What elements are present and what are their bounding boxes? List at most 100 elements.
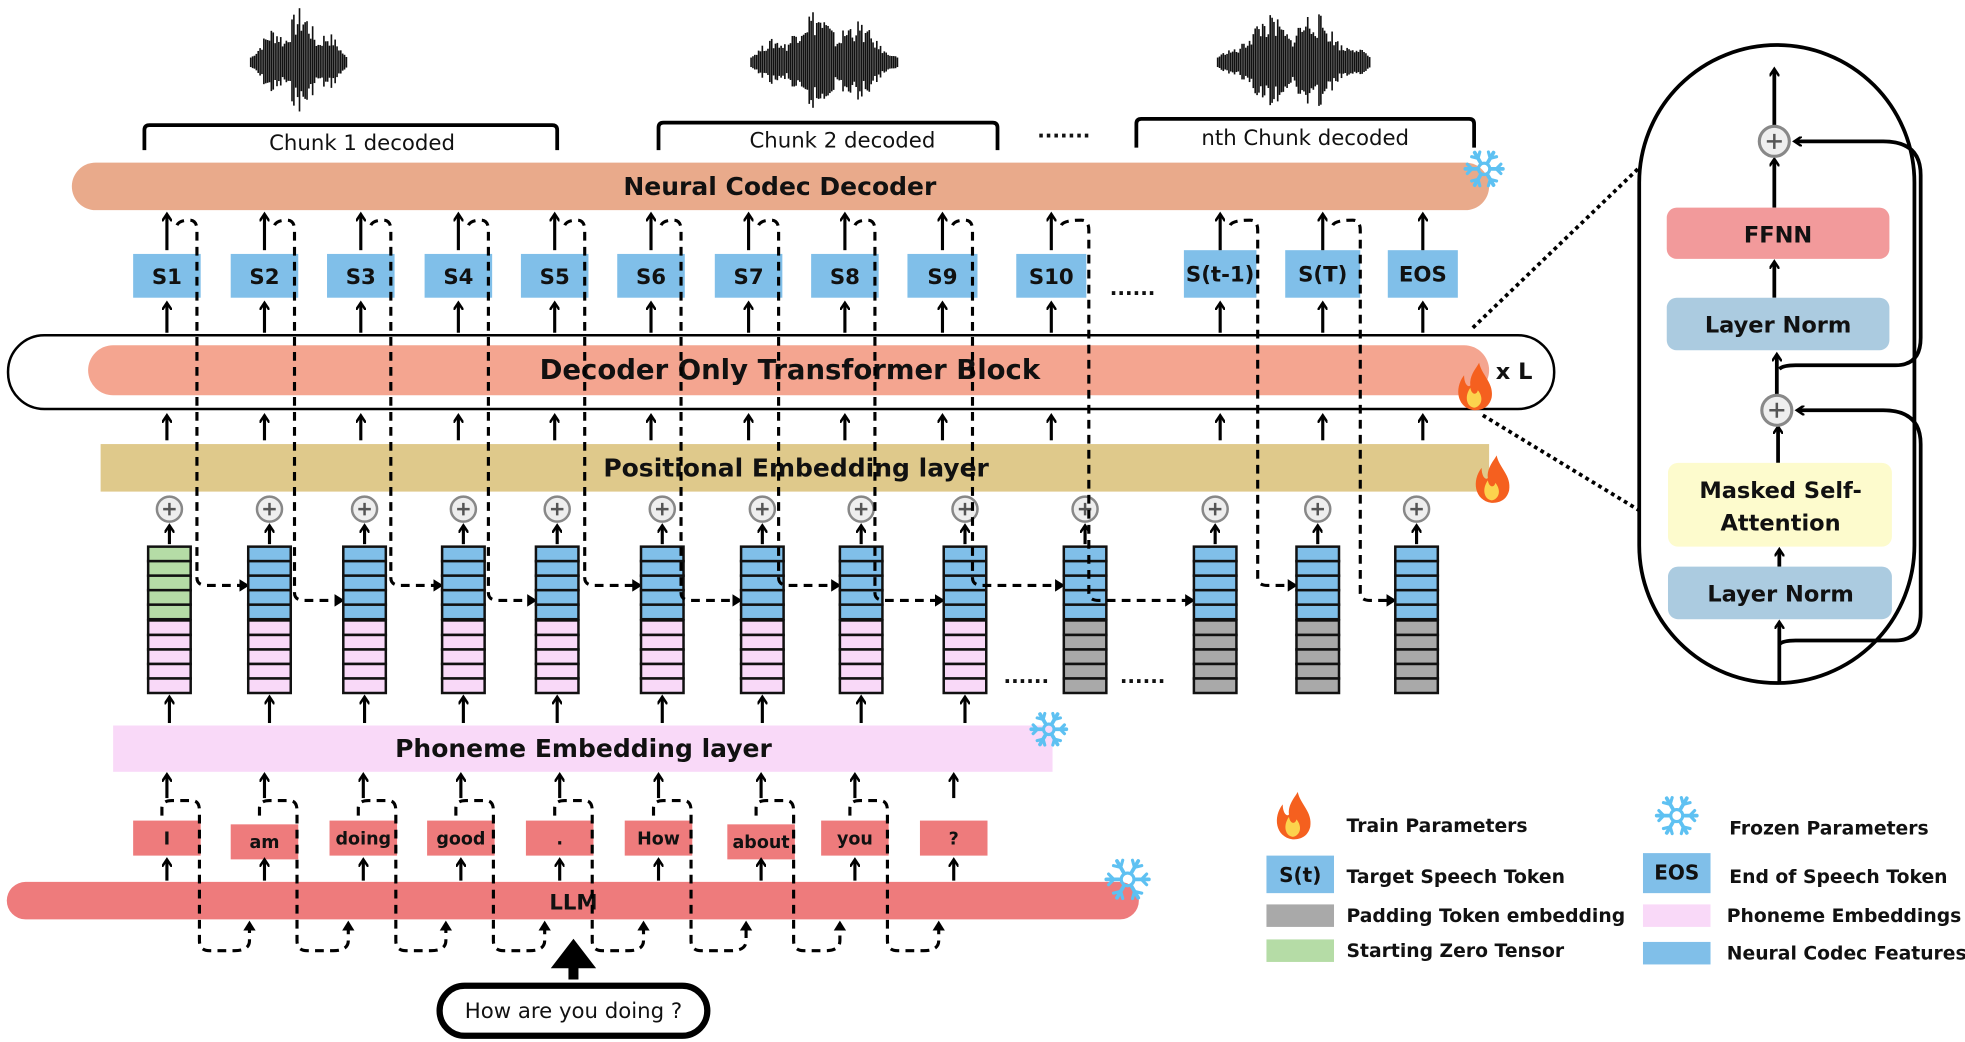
positional-embedding-label: Positional Embedding layer [603,454,989,483]
speech-token-s5: S5 [520,215,589,333]
stack-ellipsis: ...... [1003,664,1049,688]
codec-feature-cell [639,574,685,592]
layer-norm-label: Layer Norm [1705,313,1852,339]
add-node-icon [1071,495,1099,523]
attention-label: Attention [1720,510,1840,536]
padding-embedding-cell [1062,648,1108,666]
codec-feature-cell [534,545,580,563]
codec-feature-cell [639,545,685,563]
word-label: doing [336,829,392,849]
waveform-3 [1216,14,1371,106]
snowflake-branch [1119,889,1125,901]
codec-feature-cell [1394,574,1440,592]
snowflake-branch [1488,177,1499,183]
chunk-bracket-2: Chunk 2 decoded [656,120,1000,154]
codec-feature-cell [639,603,685,621]
phoneme-embedding-cell [739,677,785,695]
legend-swatch-zero [1266,939,1335,962]
phoneme-embedding-cell [534,619,580,637]
codec-feature-cell [534,588,580,606]
phoneme-embedding-cell [838,633,884,651]
phoneme-embedding-cell [639,677,685,695]
token-label: S2 [249,265,279,290]
token-label: S(t-1) [1186,262,1255,287]
add-node-icon [1402,495,1431,523]
transformer-detail-panel: FFNN Layer Norm Masked Self- Attention L… [1637,43,1923,685]
token-label: S4 [443,265,473,290]
chunk-bracket-n: nth Chunk decoded [1134,116,1476,151]
codec-feature-cell [1062,588,1108,606]
snowflake-branch [1041,737,1047,747]
legend-badge: EOS [1654,860,1699,884]
prompt-text: How are you doing ? [465,999,682,1024]
phoneme-embedding-cell [440,648,486,666]
add-node-icon [155,495,184,523]
architecture-diagram: Chunk 1 decoded Chunk 2 decoded ....... … [6,8,1965,1039]
phoneme-embedding-cell [838,662,884,680]
llm-output-word: How [624,776,753,953]
llm-output-word: . [525,776,650,953]
zero-tensor-cell [146,603,192,621]
legend-label: Target Speech Token [1347,867,1565,888]
legend-swatch-phoneme [1642,904,1711,927]
phoneme-embedding-cell [246,677,293,695]
phoneme-embedding-cell [739,648,785,666]
phoneme-embedding-cell [146,677,192,695]
phoneme-embedding-cell [246,633,293,651]
codec-feature-cell [1295,574,1341,592]
phoneme-embedding-cell [739,633,785,651]
codec-feature-cell [534,574,580,592]
padding-embedding-cell [1394,619,1440,637]
codec-feature-cell [942,545,988,563]
embedding-stack-13 [1394,495,1440,695]
padding-embedding-cell [1062,677,1108,695]
llm-output-word: doing [329,776,453,953]
phoneme-embedding-cell [534,648,580,666]
codec-feature-cell [739,588,785,606]
speech-token-eos: EOS [1387,215,1458,333]
codec-feature-cell [1295,559,1341,577]
stack-ellipsis: ...... [1120,664,1166,688]
codec-feature-cell [534,603,580,621]
phoneme-embedding-cell [534,662,580,680]
legend-label: Phoneme Embeddings [1727,906,1962,927]
padding-embedding-cell [1394,677,1440,695]
phoneme-embedding-cell [838,648,884,666]
snowflake-branch [1679,796,1685,806]
chunk-ellipsis: ....... [1037,119,1090,143]
codec-feature-cell [1062,574,1108,592]
chunk-bracket-1: Chunk 1 decoded [142,123,560,156]
token-label: S3 [346,265,376,290]
phoneme-embedding-cell [942,648,988,666]
zero-tensor-cell [146,559,192,577]
snowflake-branch [1035,716,1045,721]
ffnn-label: FFNN [1744,223,1812,249]
phoneme-embedding-cell [639,619,685,637]
padding-embedding-cell [1295,677,1341,695]
codec-feature-cell [1062,545,1108,563]
padding-embedding-cell [1295,633,1341,651]
phoneme-embedding-cell [942,662,988,680]
codec-feature-cell [440,559,486,577]
padding-embedding-cell [1394,662,1440,680]
phoneme-embedding-cell [246,662,293,680]
snowflake-branch [1470,155,1480,160]
audio-waveforms [249,8,1371,112]
codec-feature-cell [1192,574,1238,592]
decoder-block-label: Decoder Only Transformer Block [540,354,1041,386]
phoneme-embedding-cell [440,662,486,680]
codec-feature-cell [1295,545,1341,563]
codec-feature-cell [1295,603,1341,621]
add-node-icon [748,495,777,523]
padding-embedding-cell [1192,619,1238,637]
snowflake-branch [1476,177,1482,188]
padding-embedding-cell [1192,677,1238,695]
phoneme-embedding-cell [146,648,192,666]
word-label: am [249,833,279,853]
phoneme-embedding-cell [739,662,785,680]
phoneme-embedding-cell [246,619,293,637]
padding-embedding-cell [1192,648,1238,666]
token-label: S7 [734,265,764,290]
snowflake-branch [1661,801,1672,806]
phoneme-embedding-cell [146,662,192,680]
